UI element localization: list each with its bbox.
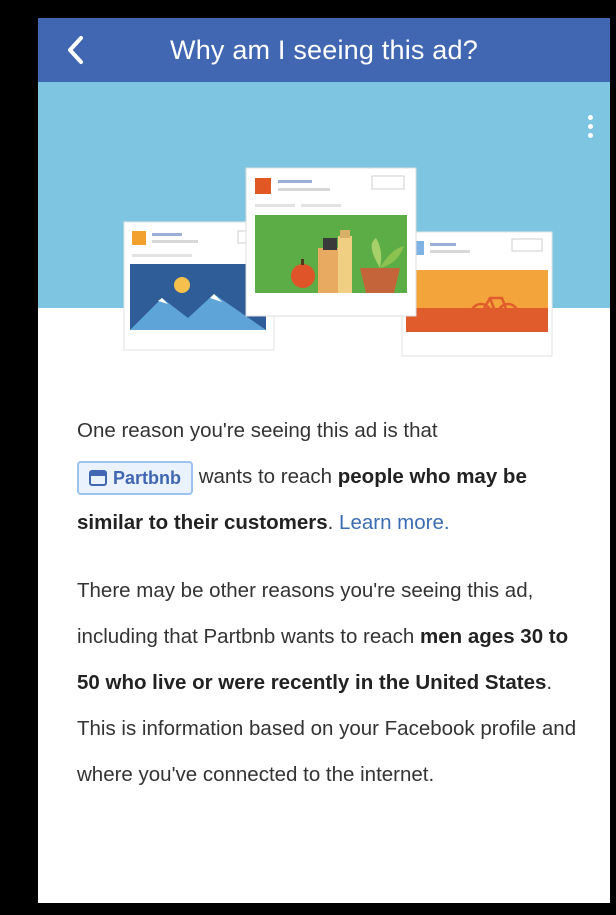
advertiser-chip[interactable]: Partbnb [77,460,194,495]
ad-card-groceries [245,167,417,317]
learn-more-link[interactable]: Learn more. [339,511,450,534]
ad-illustration [123,167,553,357]
ad-explanation-screen: Why am I seeing this ad? One reason you'… [38,18,610,903]
reason-paragraph-1: One reason you're seeing this ad is that… [77,419,527,534]
ad-card-bicycle [401,231,553,357]
storefront-icon [89,469,107,486]
reason-paragraph-2: There may be other reasons you're seeing… [77,579,577,786]
explanation-body: One reason you're seeing this ad is that… [77,408,587,798]
